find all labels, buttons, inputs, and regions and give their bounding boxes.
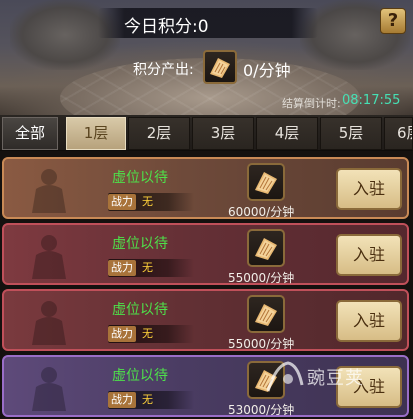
character-silhouette-icon bbox=[32, 301, 66, 345]
scroll-icon bbox=[247, 361, 285, 399]
tab-all[interactable]: 全部 bbox=[2, 117, 58, 150]
floor-tabs: 全部 1层 2层 3层 4层 5层 6层 bbox=[0, 115, 413, 151]
scroll-icon bbox=[247, 295, 285, 333]
slot-status: 虚位以待 bbox=[112, 302, 168, 318]
power-label: 战力 bbox=[108, 392, 136, 408]
output-value: 0/分钟 bbox=[243, 61, 291, 80]
character-silhouette-icon bbox=[32, 235, 66, 279]
tab-floor-4[interactable]: 4层 bbox=[256, 117, 318, 150]
power-label: 战力 bbox=[108, 260, 136, 276]
output-rate: 55000/分钟 bbox=[228, 337, 295, 351]
output-rate: 53000/分钟 bbox=[228, 403, 295, 417]
tab-floor-5[interactable]: 5层 bbox=[320, 117, 382, 150]
power-value: 无 bbox=[142, 195, 153, 208]
output-rate: 60000/分钟 bbox=[228, 205, 295, 219]
output-rate: 55000/分钟 bbox=[228, 271, 295, 285]
watermark-text: 豌豆荚 bbox=[307, 368, 364, 389]
output-label: 积分产出: bbox=[133, 62, 194, 78]
timer-value: 08:17:55 bbox=[342, 93, 401, 108]
slot-row: 虚位以待 战力 无 60000/分钟 入驻 bbox=[2, 157, 409, 219]
tab-floor-3[interactable]: 3层 bbox=[192, 117, 254, 150]
character-silhouette-icon bbox=[32, 367, 66, 411]
scroll-icon bbox=[247, 229, 285, 267]
power-value: 无 bbox=[142, 261, 153, 274]
power-label: 战力 bbox=[108, 194, 136, 210]
join-button[interactable]: 入驻 bbox=[336, 300, 402, 342]
slot-status: 虚位以待 bbox=[112, 170, 168, 186]
today-score: 今日积分:0 bbox=[124, 17, 209, 37]
character-silhouette-icon bbox=[32, 169, 66, 213]
tab-floor-2[interactable]: 2层 bbox=[128, 117, 190, 150]
tab-floor-6[interactable]: 6层 bbox=[384, 117, 413, 150]
scroll-icon bbox=[203, 50, 237, 84]
timer-label: 结算倒计时: bbox=[282, 97, 341, 110]
help-button[interactable]: ? bbox=[380, 8, 406, 34]
slot-row: 虚位以待 战力 无 55000/分钟 入驻 bbox=[2, 289, 409, 351]
slot-status: 虚位以待 bbox=[112, 368, 168, 384]
power-label: 战力 bbox=[108, 326, 136, 342]
join-button[interactable]: 入驻 bbox=[336, 168, 402, 210]
join-button[interactable]: 入驻 bbox=[336, 234, 402, 276]
power-value: 无 bbox=[142, 327, 153, 340]
scroll-icon bbox=[247, 163, 285, 201]
power-value: 无 bbox=[142, 393, 153, 406]
slot-row: 虚位以待 战力 无 55000/分钟 入驻 bbox=[2, 223, 409, 285]
slot-status: 虚位以待 bbox=[112, 236, 168, 252]
tab-floor-1[interactable]: 1层 bbox=[66, 117, 126, 150]
